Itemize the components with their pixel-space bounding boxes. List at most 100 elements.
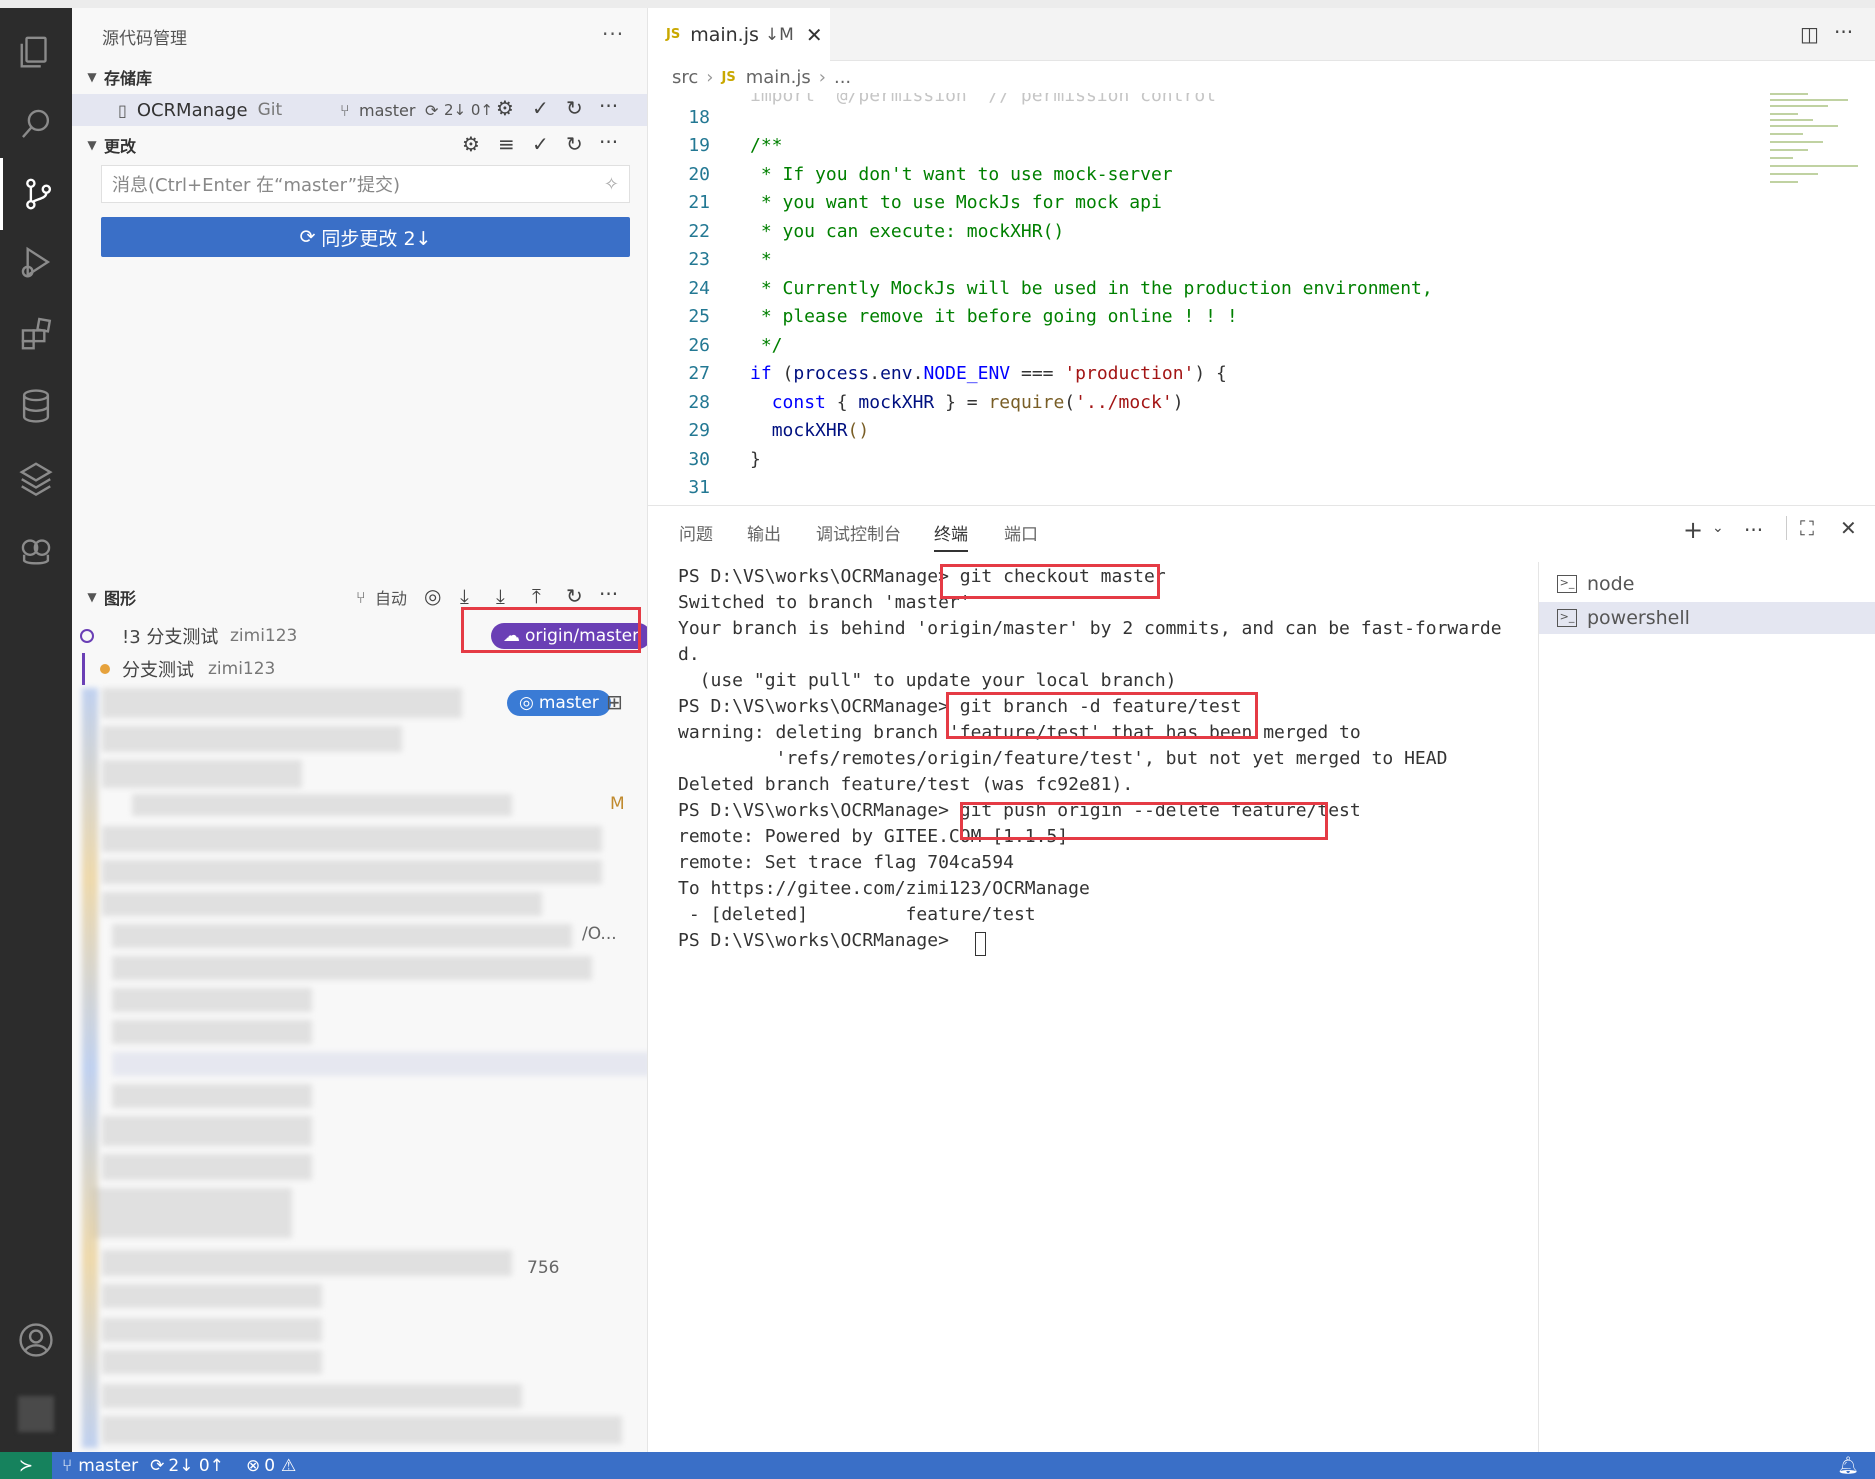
blurred-commit [102, 726, 402, 752]
blurred-commit [102, 1384, 522, 1408]
sync-button-label: 同步更改 2↓ [321, 227, 432, 250]
sparkle-icon[interactable]: ✧ [604, 174, 619, 195]
manage-gear-icon[interactable] [0, 1378, 72, 1450]
terminal-line: Your branch is behind 'origin/master' by… [678, 618, 1502, 639]
branch-icon: ⑂ [62, 1455, 73, 1476]
breadcrumb-folder[interactable]: src [672, 67, 698, 88]
blurred-commit [102, 688, 462, 718]
code-line: 25 * please remove it before going onlin… [688, 305, 1238, 327]
tab-main-js[interactable]: JS main.js ↓M ✕ [648, 8, 830, 61]
account-icon[interactable] [0, 1304, 72, 1376]
code-editor[interactable]: import '@/permission' // permission cont… [648, 93, 1858, 501]
repositories-label: 存储库 [104, 69, 153, 88]
tab-terminal[interactable]: 终端 [934, 520, 968, 552]
sync-changes-button[interactable]: ⟳ 同步更改 2↓ [101, 217, 630, 257]
changes-label: 更改 [104, 137, 137, 156]
ai-generate-icon[interactable]: ⚙ [462, 132, 480, 156]
blurred-commit [102, 892, 542, 916]
terminal-icon: >_ [1557, 609, 1577, 627]
graph-auto[interactable]: 自动 [375, 585, 407, 609]
refresh-icon[interactable]: ↻ [566, 96, 583, 120]
terminal-line: Deleted branch feature/test (was fc92e81… [678, 774, 1134, 795]
tab-output[interactable]: 输出 [747, 520, 781, 545]
tab-debug-console[interactable]: 调试控制台 [816, 520, 901, 545]
graph-line [82, 653, 85, 685]
status-branch[interactable]: master [78, 1456, 138, 1476]
run-debug-icon[interactable] [0, 226, 72, 298]
tab-ports[interactable]: 端口 [1004, 520, 1038, 545]
terminal-item-node[interactable]: >_ node [1539, 568, 1875, 600]
graph-more-icon[interactable]: ··· [599, 582, 618, 606]
repo-icon: ▯ [118, 100, 127, 120]
code-line: 28 const { mockXHR } = require('../mock'… [688, 391, 1184, 413]
compare-icon[interactable]: ⊞ [606, 690, 623, 714]
copilot-icon[interactable] [0, 514, 72, 586]
maximize-icon[interactable]: ⛶ [1800, 516, 1814, 540]
database-icon[interactable] [0, 370, 72, 442]
terminal-cursor [975, 932, 986, 956]
commit-message: 分支测试 [122, 660, 194, 681]
master-badge[interactable]: ◎ master [507, 690, 611, 716]
highlight-box-origin [461, 607, 641, 653]
notifications-icon[interactable]: 🔔︎ [1837, 1456, 1859, 1476]
commit-check-icon[interactable]: ✓ [532, 132, 549, 156]
list-view-icon[interactable]: ≡ [498, 132, 515, 156]
repository-row[interactable]: ▯ OCRManage Git ⑂ master ⟳ 2↓ 0↑ ⚙ ✓ ↻ ·… [72, 94, 647, 126]
commit-check-icon[interactable]: ✓ [532, 96, 549, 120]
remote-icon[interactable]: ≻ [0, 1452, 52, 1479]
blurred-commit [112, 1084, 312, 1108]
target-icon[interactable]: ◎ [424, 584, 441, 608]
blurred-commit [102, 1154, 312, 1180]
editor-more-icon[interactable]: ··· [1834, 20, 1853, 44]
close-icon[interactable]: ✕ [806, 23, 823, 47]
changes-more-icon[interactable]: ··· [599, 130, 618, 154]
blurred-commit [102, 760, 302, 788]
terminal-line: d. [678, 644, 700, 665]
code-line: 29 mockXHR() [688, 419, 870, 441]
search-icon[interactable] [0, 88, 72, 160]
terminal-icon: >_ [1557, 575, 1577, 593]
code-line: 18 [688, 106, 710, 128]
panel-more-icon[interactable]: ··· [1744, 518, 1763, 542]
sync-icon: ⟳ [425, 100, 439, 120]
commit-fragment: /O... [582, 924, 617, 944]
minimap[interactable] [1768, 90, 1863, 200]
sidebar-title: 源代码管理 [102, 29, 187, 49]
terminal-item-powershell[interactable]: >_ powershell [1539, 602, 1875, 634]
graph-commit-row[interactable]: 分支测试 zimi123 [72, 653, 647, 685]
push-icon[interactable]: ⤒ [532, 584, 541, 608]
fetch-icon[interactable]: ⚙ [496, 96, 514, 120]
repo-branch[interactable]: master [359, 101, 415, 120]
status-bar: ≻ ⑂ master ⟳ 2↓ 0↑ ⊗ 0 ⚠ 🔔︎ [0, 1452, 1875, 1479]
repo-sync-count[interactable]: 2↓ 0↑ [444, 101, 493, 119]
repo-more-icon[interactable]: ··· [599, 94, 618, 118]
extensions-icon[interactable] [0, 298, 72, 370]
close-panel-icon[interactable]: ✕ [1840, 516, 1857, 540]
refresh-icon[interactable]: ↻ [566, 584, 583, 608]
terminal-list: >_ node >_ powershell [1538, 562, 1875, 1452]
sidebar-more-icon[interactable]: ··· [602, 22, 624, 46]
breadcrumb-symbol[interactable]: ... [834, 67, 851, 88]
repo-type: Git [257, 100, 283, 120]
fetch-icon[interactable]: ⤓ [460, 584, 469, 608]
tab-problems[interactable]: 问题 [679, 520, 713, 545]
new-terminal-icon[interactable]: + [1683, 516, 1703, 544]
status-sync[interactable]: 2↓ 0↑ [168, 1456, 224, 1476]
repositories-section-header[interactable]: ▼ 存储库 [72, 62, 647, 92]
breadcrumb-file[interactable]: main.js [746, 67, 811, 88]
terminal-line: - [deleted] feature/test [678, 904, 1036, 925]
pull-icon[interactable]: ⤓ [496, 584, 505, 608]
code-line: 21 * you want to use MockJs for mock api [688, 191, 1162, 213]
explorer-icon[interactable] [0, 16, 72, 88]
code-line: 26 */ [688, 334, 783, 356]
terminal-line: remote: Set trace flag 704ca594 [678, 852, 1014, 873]
chevron-down-icon[interactable]: ⌄ [1712, 520, 1724, 536]
refresh-icon[interactable]: ↻ [566, 132, 583, 156]
changes-section-header[interactable]: ▼ 更改 ⚙ ≡ ✓ ↻ ··· [72, 130, 647, 160]
terminal-line: Switched to branch 'master' [678, 592, 971, 613]
layers-icon[interactable] [0, 442, 72, 514]
status-errors[interactable]: 0 [264, 1456, 275, 1476]
split-editor-icon[interactable]: ◫ [1800, 22, 1819, 46]
commit-message-input[interactable]: 消息(Ctrl+Enter 在“master”提交) ✧ [101, 165, 630, 203]
source-control-icon[interactable] [0, 158, 72, 230]
